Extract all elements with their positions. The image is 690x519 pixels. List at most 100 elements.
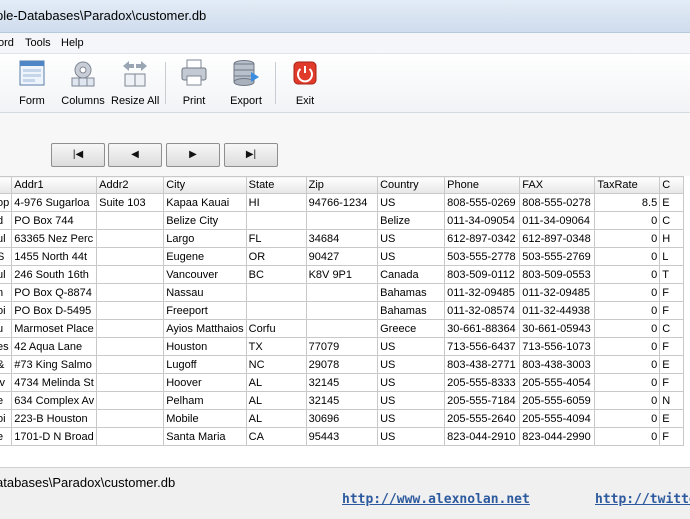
table-cell[interactable]: PO Box D-5495	[11, 301, 98, 320]
table-row[interactable]: S1455 North 44tEugeneOR90427US503-555-27…	[0, 247, 684, 266]
table-cell[interactable]: S	[0, 247, 13, 266]
column-header[interactable]: City	[163, 176, 247, 194]
table-cell[interactable]: US	[377, 193, 446, 212]
table-cell[interactable]: 634 Complex Av	[11, 391, 98, 410]
table-cell[interactable]: 823-044-2990	[519, 427, 596, 446]
table-cell[interactable]: 205-555-8333	[444, 373, 521, 392]
table-cell[interactable]: &	[0, 355, 13, 374]
table-cell[interactable]: T	[659, 265, 684, 284]
twitter-link[interactable]: http://twitte	[595, 492, 690, 507]
table-cell[interactable]: es	[0, 337, 13, 356]
column-header[interactable]	[0, 176, 13, 194]
table-cell[interactable]: 823-044-2910	[444, 427, 521, 446]
table-cell[interactable]: op	[0, 193, 13, 212]
table-cell[interactable]: 42 Aqua Lane	[11, 337, 98, 356]
table-cell[interactable]: 803-438-2771	[444, 355, 521, 374]
table-cell[interactable]: C	[659, 319, 684, 338]
table-cell[interactable]	[96, 247, 165, 266]
form-button[interactable]: Form	[14, 58, 50, 108]
table-cell[interactable]: d	[0, 211, 13, 230]
table-cell[interactable]: Eugene	[163, 247, 247, 266]
table-cell[interactable]: 0	[594, 337, 661, 356]
table-cell[interactable]: 0	[594, 319, 661, 338]
column-header[interactable]: C	[659, 176, 684, 194]
table-cell[interactable]: E	[659, 355, 684, 374]
table-cell[interactable]: PO Box 744	[11, 211, 98, 230]
table-cell[interactable]: Nassau	[163, 283, 247, 302]
table-cell[interactable]: US	[377, 355, 446, 374]
table-cell[interactable]: TX	[245, 337, 307, 356]
table-cell[interactable]: 95443	[305, 427, 379, 446]
columns-button[interactable]: Columns	[61, 58, 105, 108]
table-cell[interactable]: Ayios Matthaios	[163, 319, 247, 338]
table-row[interactable]: op4-976 SugarloaSuite 103Kapaa KauaiHI94…	[0, 193, 684, 212]
table-cell[interactable]: 205-555-7184	[444, 391, 521, 410]
menu-record[interactable]: ord	[0, 37, 14, 49]
table-cell[interactable]: 0	[594, 355, 661, 374]
table-cell[interactable]: Pelham	[163, 391, 247, 410]
table-cell[interactable]: Largo	[163, 229, 247, 248]
table-cell[interactable]: Corfu	[245, 319, 307, 338]
data-grid[interactable]: Addr1 Addr2 City State Zip Country Phone FAX Tax…	[0, 176, 690, 446]
table-cell[interactable]: Bahamas	[377, 283, 446, 302]
table-cell[interactable]: e	[0, 427, 13, 446]
menu-help[interactable]: Help	[61, 37, 84, 49]
table-cell[interactable]: 503-555-2769	[519, 247, 596, 266]
menu-tools[interactable]: Tools	[25, 37, 51, 49]
exit-button[interactable]: Exit	[290, 58, 320, 108]
column-header[interactable]: TaxRate	[594, 176, 661, 194]
table-cell[interactable]	[96, 229, 165, 248]
table-cell[interactable]: Belize City	[163, 211, 247, 230]
table-cell[interactable]: Vancouver	[163, 265, 247, 284]
table-cell[interactable]: 612-897-0348	[519, 229, 596, 248]
table-cell[interactable]: e	[0, 391, 13, 410]
table-cell[interactable]: K8V 9P1	[305, 265, 379, 284]
table-cell[interactable]: 0	[594, 301, 661, 320]
table-cell[interactable]: 0	[594, 229, 661, 248]
table-cell[interactable]: Freeport	[163, 301, 247, 320]
table-cell[interactable]	[96, 211, 165, 230]
table-cell[interactable]: H	[659, 229, 684, 248]
table-cell[interactable]: F	[659, 427, 684, 446]
table-cell[interactable]: 0	[594, 265, 661, 284]
table-cell[interactable]: 94766-1234	[305, 193, 379, 212]
table-cell[interactable]: US	[377, 409, 446, 428]
table-cell[interactable]: Suite 103	[96, 193, 165, 212]
table-row[interactable]: dPO Box 744 Belize City Belize011-34-09054…	[0, 211, 684, 230]
table-cell[interactable]: #73 King Salmo	[11, 355, 98, 374]
table-cell[interactable]: Mobile	[163, 409, 247, 428]
table-cell[interactable]: 205-555-4054	[519, 373, 596, 392]
table-row[interactable]: &#73 King Salmo LugoffNC29078US803-438-27…	[0, 355, 684, 374]
table-cell[interactable]: 803-509-0553	[519, 265, 596, 284]
table-row[interactable]: iv4734 Melinda StHooverAL32145US205-555-…	[0, 373, 684, 392]
table-cell[interactable]: HI	[245, 193, 307, 212]
table-cell[interactable]: 29078	[305, 355, 379, 374]
table-row[interactable]: es42 Aqua Lane HoustonTX77079US713-556-64…	[0, 337, 684, 356]
table-cell[interactable]: E	[659, 409, 684, 428]
table-row[interactable]: oi223-B Houston MobileAL30696US205-555-26…	[0, 409, 684, 428]
table-cell[interactable]: F	[659, 337, 684, 356]
table-cell[interactable]: NC	[245, 355, 307, 374]
table-cell[interactable]: u	[0, 319, 13, 338]
table-cell[interactable]: 0	[594, 391, 661, 410]
table-cell[interactable]	[305, 301, 379, 320]
column-header[interactable]: Country	[377, 176, 446, 194]
table-cell[interactable]: ul	[0, 229, 13, 248]
table-cell[interactable]: 713-556-1073	[519, 337, 596, 356]
table-cell[interactable]: Belize	[377, 211, 446, 230]
table-cell[interactable]: 1455 North 44t	[11, 247, 98, 266]
table-cell[interactable]: 30-661-05943	[519, 319, 596, 338]
table-cell[interactable]: 713-556-6437	[444, 337, 521, 356]
table-cell[interactable]	[96, 283, 165, 302]
table-cell[interactable]: 205-555-4094	[519, 409, 596, 428]
table-cell[interactable]: Kapaa Kauai	[163, 193, 247, 212]
table-row[interactable]: ul246 South 16th VancouverBCK8V 9P1Canada…	[0, 265, 684, 284]
table-cell[interactable]: 011-32-44938	[519, 301, 596, 320]
table-row[interactable]: oiPO Box D-5495 Freeport Bahamas011-32-085…	[0, 301, 684, 320]
table-cell[interactable]	[96, 337, 165, 356]
table-cell[interactable]: F	[659, 301, 684, 320]
table-cell[interactable]: F	[659, 283, 684, 302]
table-cell[interactable]: C	[659, 211, 684, 230]
table-cell[interactable]: Bahamas	[377, 301, 446, 320]
table-cell[interactable]: 34684	[305, 229, 379, 248]
